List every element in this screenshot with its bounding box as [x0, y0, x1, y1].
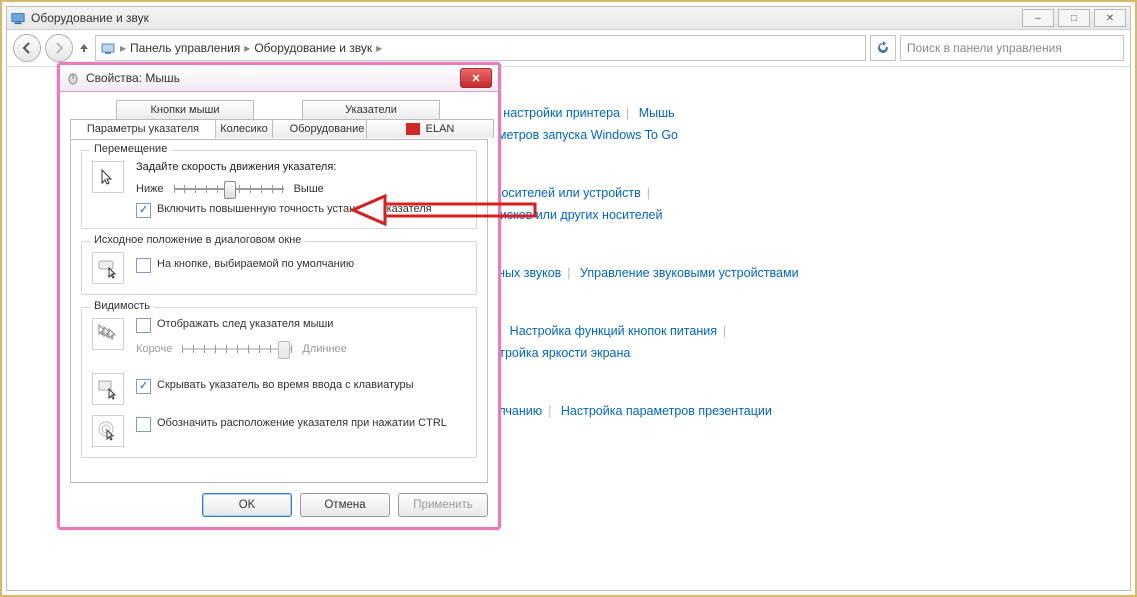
apply-button[interactable]: Применить — [398, 493, 488, 517]
dialog-title: Свойства: Мышь — [86, 71, 180, 85]
group-visibility-legend: Видимость — [90, 300, 154, 312]
close-button[interactable]: ✕ — [1094, 9, 1126, 27]
cursor-icon — [92, 161, 124, 193]
arrow-right-icon — [53, 42, 65, 54]
hide-typing-icon — [92, 373, 124, 405]
slider-label-fast: Выше — [294, 183, 324, 195]
dialog-button-row: OK Отмена Применить — [60, 487, 498, 527]
breadcrumb[interactable]: ▸ Панель управления ▸ Оборудование и зву… — [95, 35, 866, 61]
dialog-titlebar[interactable]: Свойства: Мышь ✕ — [60, 65, 498, 92]
tab-buttons[interactable]: Кнопки мыши — [116, 100, 254, 119]
tab-strip: Кнопки мыши Указатели Параметры указател… — [70, 100, 488, 140]
ctrl-locate-icon — [92, 415, 124, 447]
explorer-title: Оборудование и звук — [31, 11, 149, 25]
refresh-button[interactable] — [870, 35, 896, 61]
mouse-properties-dialog: Свойства: Мышь ✕ Кнопки мыши Указатели П… — [57, 62, 501, 530]
slider-label-short: Короче — [136, 343, 172, 355]
pointer-trails-label: Отображать след указателя мыши — [157, 318, 333, 330]
snap-to-label: На кнопке, выбираемой по умолчанию — [157, 258, 354, 270]
arrow-left-icon — [21, 42, 33, 54]
group-motion-legend: Перемещение — [90, 143, 171, 155]
show-location-ctrl-label: Обозначить расположение указателя при на… — [157, 417, 447, 429]
show-location-ctrl-checkbox[interactable]: Обозначить расположение указателя при на… — [136, 417, 447, 432]
breadcrumb-item[interactable]: Оборудование и звук — [254, 41, 372, 55]
up-icon[interactable] — [77, 41, 91, 55]
trail-length-slider — [182, 339, 292, 359]
elan-icon — [406, 123, 420, 135]
maximize-button[interactable]: □ — [1058, 9, 1090, 27]
link[interactable]: кт-дисков или других носителей — [477, 208, 663, 222]
tab-pointer-options[interactable]: Параметры указателя — [70, 119, 216, 139]
search-input[interactable]: Поиск в панели управления — [900, 35, 1124, 61]
hide-while-typing-label: Скрывать указатель во время ввода с клав… — [157, 379, 414, 391]
tab-elan-label: ELAN — [426, 123, 455, 135]
hide-while-typing-checkbox[interactable]: Скрывать указатель во время ввода с клав… — [136, 379, 414, 394]
link[interactable]: Настройка параметров презентации — [561, 404, 772, 418]
pointer-speed-slider[interactable] — [174, 179, 284, 199]
speed-instruction: Задайте скорость движения указателя: — [136, 161, 466, 173]
checkbox-icon — [136, 417, 151, 432]
breadcrumb-sep-icon: ▸ — [120, 41, 126, 55]
checkbox-icon — [136, 318, 151, 333]
tab-elan[interactable]: ELAN — [366, 119, 494, 138]
control-panel-icon — [100, 40, 116, 56]
minimize-button[interactable]: – — [1022, 9, 1054, 27]
hardware-icon — [11, 11, 25, 25]
link[interactable]: Мышь — [639, 106, 675, 120]
mouse-icon — [66, 71, 80, 85]
snap-icon — [92, 252, 124, 284]
search-placeholder: Поиск в панели управления — [907, 41, 1062, 55]
cancel-button[interactable]: Отмена — [300, 493, 390, 517]
group-snap-to: Исходное положение в диалоговом окне На … — [81, 241, 477, 295]
enhance-precision-label: Включить повышенную точность установки у… — [157, 203, 432, 215]
breadcrumb-item[interactable]: Панель управления — [130, 41, 240, 55]
checkbox-icon — [136, 379, 151, 394]
category-links: ные настройки принтера| Мышь араметров з… — [477, 102, 1120, 458]
window-buttons: – □ ✕ — [1022, 9, 1126, 27]
breadcrumb-sep-icon: ▸ — [376, 41, 382, 55]
checkbox-icon — [136, 258, 151, 273]
breadcrumb-sep-icon: ▸ — [244, 41, 250, 55]
ok-button[interactable]: OK — [202, 493, 292, 517]
enhance-precision-checkbox[interactable]: Включить повышенную точность установки у… — [136, 203, 466, 218]
dialog-close-button[interactable]: ✕ — [460, 68, 492, 88]
slider-label-long: Длиннее — [302, 343, 346, 355]
link[interactable]: Управление звуковыми устройствами — [580, 266, 799, 280]
group-visibility: Видимость Отображать след указателя мыши… — [81, 307, 477, 458]
trails-icon — [92, 318, 124, 350]
tab-page-pointer-options: Перемещение Задайте скорость движения ук… — [70, 139, 488, 483]
checkbox-icon — [136, 203, 151, 218]
link[interactable]: ля носителей или устройств — [477, 186, 641, 200]
link[interactable]: Настройка функций кнопок питания — [510, 324, 717, 338]
explorer-titlebar: Оборудование и звук – □ ✕ — [7, 7, 1130, 30]
nav-forward-button[interactable] — [45, 34, 73, 62]
tab-pointers[interactable]: Указатели — [302, 100, 440, 119]
group-snap-legend: Исходное положение в диалоговом окне — [90, 234, 305, 246]
link[interactable]: араметров запуска Windows To Go — [477, 128, 678, 142]
refresh-icon — [876, 41, 890, 55]
snap-to-checkbox[interactable]: На кнопке, выбираемой по умолчанию — [136, 258, 354, 273]
slider-label-slow: Ниже — [136, 183, 164, 195]
nav-back-button[interactable] — [13, 34, 41, 62]
group-motion: Перемещение Задайте скорость движения ук… — [81, 150, 477, 229]
pointer-trails-checkbox[interactable]: Отображать след указателя мыши — [136, 318, 466, 333]
